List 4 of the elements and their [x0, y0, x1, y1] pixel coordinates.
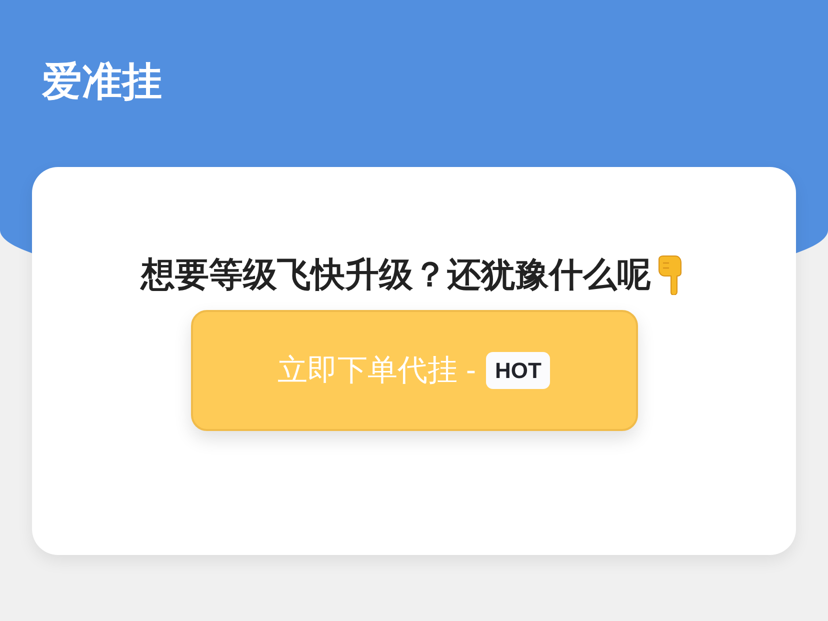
app-title: 爱准挂 [42, 59, 162, 106]
headline: 想要等级飞快升级？还犹豫什么呢 [141, 255, 651, 296]
hot-tag: HOT [486, 352, 550, 389]
order-button[interactable]: 立即下单代挂 - HOT [190, 310, 638, 431]
